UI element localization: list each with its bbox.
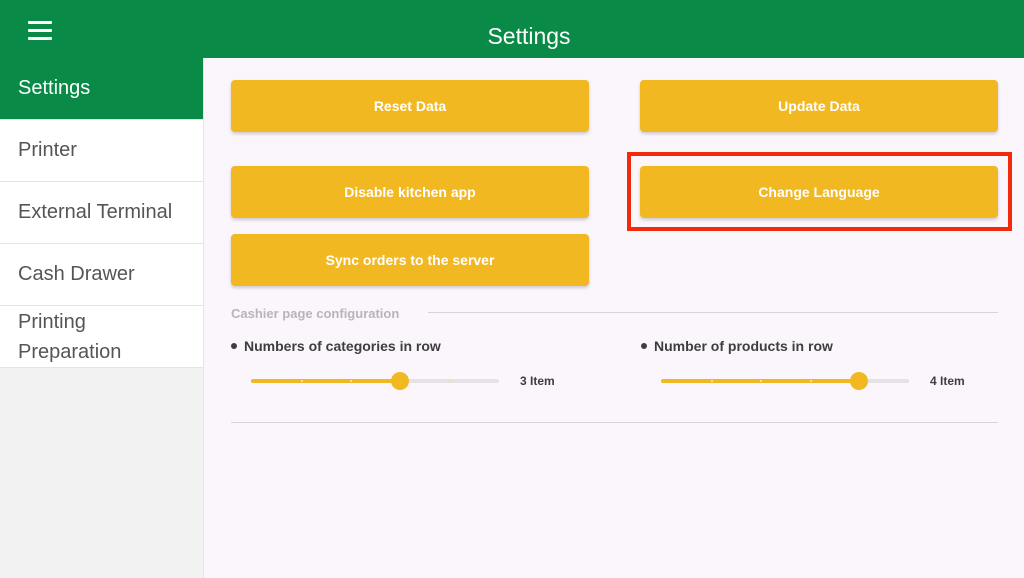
reset-data-button[interactable]: Reset Data [231,80,589,132]
disable-kitchen-app-button[interactable]: Disable kitchen app [231,166,589,218]
slider-tick [760,380,762,382]
categories-slider[interactable] [251,372,501,390]
sidebar-item-settings[interactable]: Settings [0,58,203,120]
products-setting-label: Number of products in row [654,338,833,354]
sidebar: Settings Printer External Terminal Cash … [0,58,204,578]
slider-tick [810,380,812,382]
products-setting: Number of products in row [641,338,833,354]
categories-value: 3 Item [520,374,555,388]
categories-setting: Numbers of categories in row [231,338,441,354]
sidebar-item-printer[interactable]: Printer [0,120,203,182]
slider-tick [350,380,352,382]
categories-setting-label: Numbers of categories in row [244,338,441,354]
sidebar-item-external-terminal[interactable]: External Terminal [0,182,203,244]
sync-orders-button[interactable]: Sync orders to the server [231,234,589,286]
section-title: Cashier page configuration [231,306,400,321]
slider-fill [251,379,400,383]
update-data-button[interactable]: Update Data [640,80,998,132]
slider-tick [301,380,303,382]
page-title: Settings [487,23,571,49]
sidebar-item-cash-drawer[interactable]: Cash Drawer [0,244,203,306]
slider-thumb[interactable] [850,372,868,390]
products-value: 4 Item [930,374,965,388]
sidebar-item-label: Printing Preparation [18,310,122,363]
products-slider[interactable] [661,372,911,390]
slider-tick [711,380,713,382]
bottom-divider [231,422,998,423]
highlight-box [627,152,1012,231]
bullet-icon [641,343,647,349]
section-divider [428,312,998,313]
sidebar-item-printing-preparation[interactable]: Printing Preparation [0,306,203,368]
app-header: Settings [0,0,1024,58]
slider-tick [449,380,451,382]
slider-thumb[interactable] [391,372,409,390]
bullet-icon [231,343,237,349]
